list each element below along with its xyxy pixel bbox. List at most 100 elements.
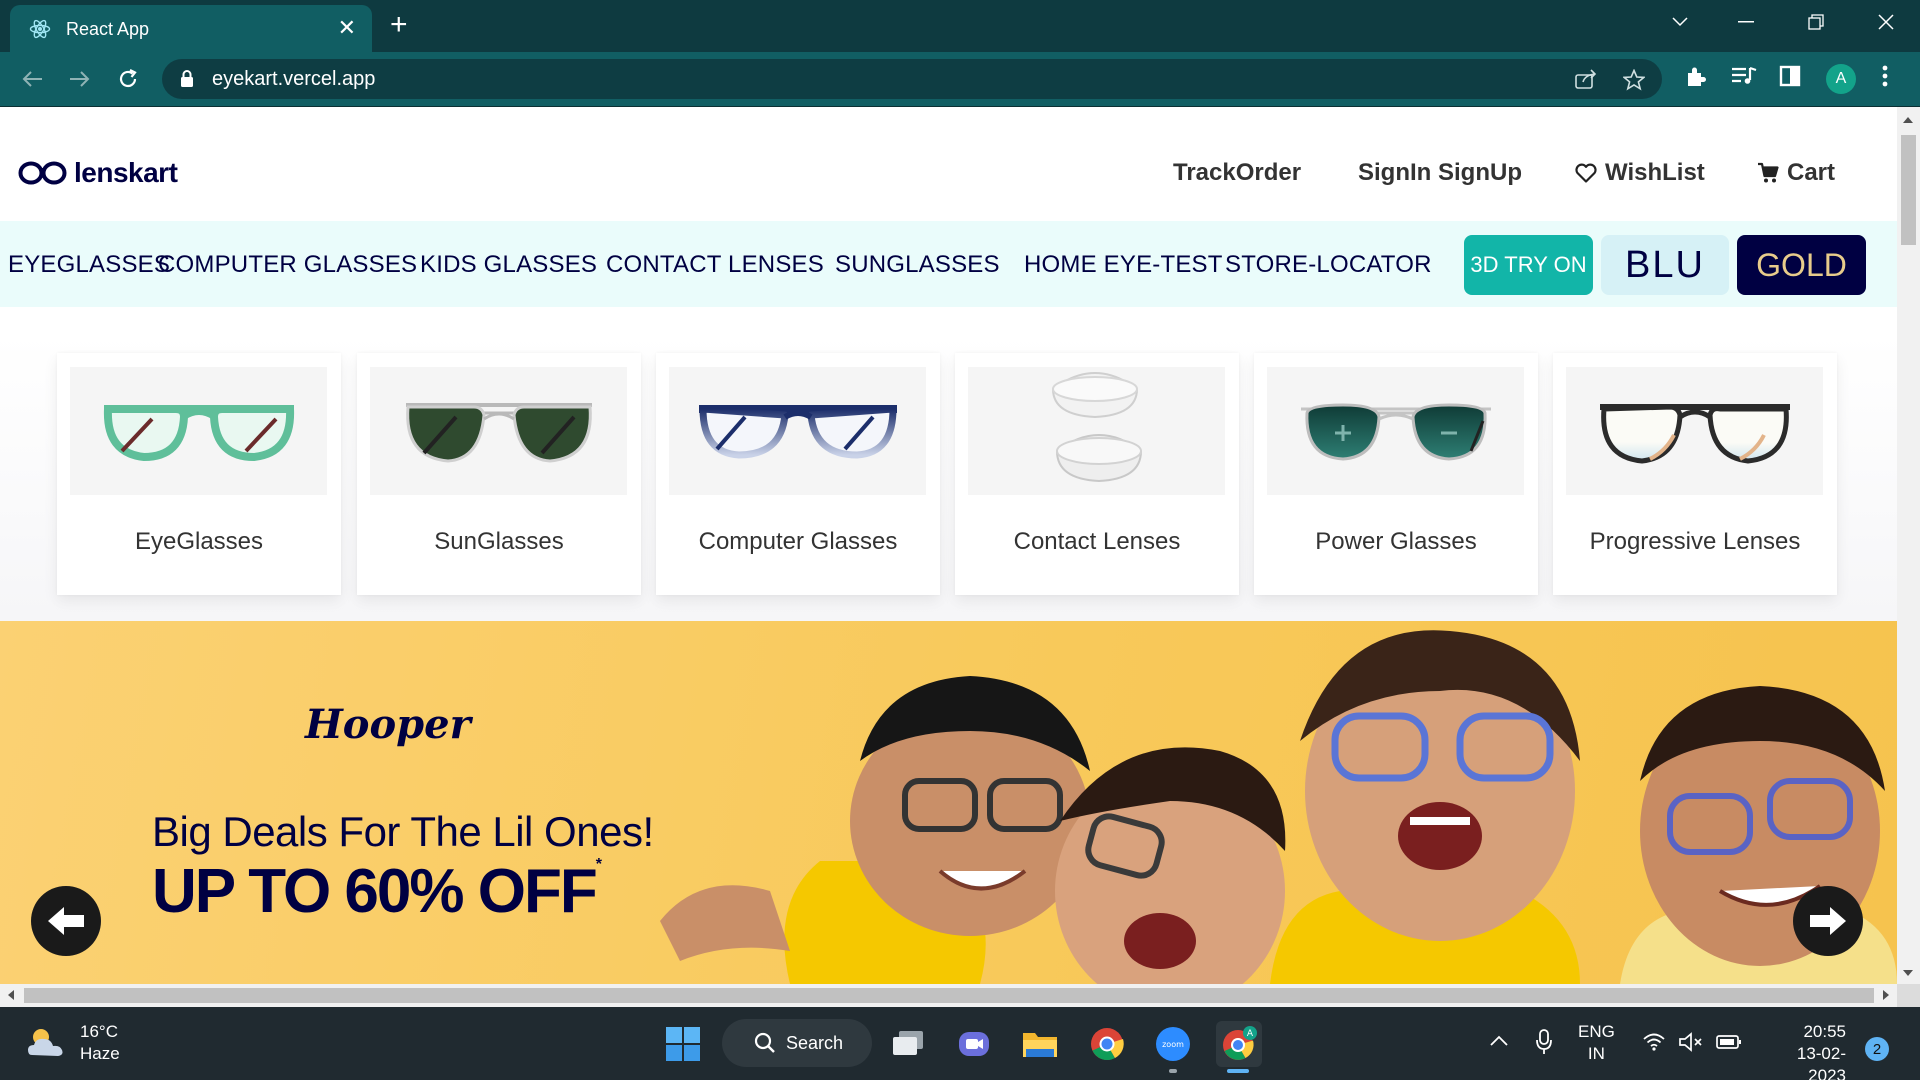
tab-close-icon[interactable]: ✕: [338, 16, 356, 40]
category-label: Computer Glasses: [698, 528, 898, 555]
cart-link[interactable]: Cart: [1757, 159, 1835, 187]
region-code: IN: [1587, 1044, 1605, 1063]
browser-toolbar: eyekart.vercel.app A: [0, 52, 1920, 106]
share-icon[interactable]: [1575, 69, 1597, 89]
speaker-muted-icon[interactable]: [1679, 1032, 1703, 1052]
nav-kids-glasses[interactable]: KIDS GLASSES: [420, 251, 597, 279]
horizontal-scrollbar[interactable]: [0, 984, 1897, 1007]
nav-computer-glasses[interactable]: COMPUTER GLASSES: [158, 251, 417, 279]
language-indicator[interactable]: ENG IN: [1578, 1021, 1615, 1065]
category-label: Contact Lenses: [1013, 528, 1181, 555]
scroll-down-icon[interactable]: [1903, 970, 1913, 976]
nav-home-eye-test[interactable]: HOME EYE-TEST: [1024, 251, 1223, 279]
bookmark-star-icon[interactable]: [1623, 69, 1645, 91]
notification-badge[interactable]: 2: [1865, 1037, 1889, 1061]
url-text[interactable]: eyekart.vercel.app: [212, 68, 375, 91]
restore-icon[interactable]: [1786, 0, 1846, 44]
category-card-computer-glasses[interactable]: Computer Glasses: [656, 353, 940, 595]
svg-text:A: A: [1247, 1029, 1254, 1039]
category-card-eyeglasses[interactable]: EyeGlasses: [57, 353, 341, 595]
cart-label: Cart: [1787, 159, 1836, 186]
category-label: EyeGlasses: [134, 528, 264, 555]
weather-widget[interactable]: 16°C Haze: [26, 1021, 120, 1065]
reload-icon[interactable]: [112, 63, 144, 95]
battery-icon[interactable]: [1716, 1034, 1742, 1050]
category-card-sunglasses[interactable]: SunGlasses: [357, 353, 641, 595]
carousel-next-button[interactable]: [1793, 886, 1863, 956]
scroll-right-icon[interactable]: [1883, 990, 1889, 1000]
hero-banner[interactable]: Hooper Big Deals For The Lil Ones! UP TO…: [0, 621, 1897, 984]
wishlist-link[interactable]: WishList: [1575, 159, 1705, 187]
heart-icon: [1575, 163, 1597, 183]
address-bar[interactable]: eyekart.vercel.app: [162, 59, 1662, 99]
file-explorer-icon[interactable]: [1017, 1021, 1063, 1067]
show-hidden-icons-chevron-icon[interactable]: [1490, 1034, 1508, 1046]
web-page: lenskart TrackOrder SignIn SignUp WishLi…: [0, 107, 1897, 984]
media-queue-icon[interactable]: [1731, 65, 1757, 87]
side-panel-icon[interactable]: [1779, 65, 1801, 87]
category-image: [1566, 367, 1823, 495]
offer-text: UP TO 60% OFF: [152, 857, 598, 926]
search-icon: [754, 1032, 775, 1053]
green-eyeglasses-icon: [103, 405, 294, 461]
scroll-up-icon[interactable]: [1903, 117, 1913, 123]
gold-button[interactable]: GOLD: [1737, 235, 1866, 295]
category-image: [70, 367, 327, 495]
progressive-glasses-icon: [1599, 404, 1790, 464]
profile-avatar[interactable]: A: [1826, 64, 1856, 94]
taskbar-search[interactable]: Search: [722, 1019, 872, 1067]
category-cards-section: EyeGlasses SunGlasses Computer Glasses C…: [0, 333, 1897, 623]
chrome-app-icon[interactable]: [1084, 1021, 1130, 1067]
microphone-icon[interactable]: [1536, 1029, 1552, 1055]
vertical-scrollbar[interactable]: [1897, 107, 1920, 984]
category-card-contact-lenses[interactable]: Contact Lenses: [955, 353, 1239, 595]
nav-contact-lenses[interactable]: CONTACT LENSES: [606, 251, 824, 279]
clock[interactable]: 20:55 13-02-2023: [1762, 1021, 1846, 1080]
wifi-icon[interactable]: [1643, 1033, 1665, 1051]
category-image: [669, 367, 926, 495]
scroll-left-icon[interactable]: [8, 990, 14, 1000]
back-arrow-icon[interactable]: [16, 63, 48, 95]
signin-signup-link[interactable]: SignIn SignUp: [1358, 159, 1522, 187]
category-nav-bar: EYEGLASSES COMPUTER GLASSES KIDS GLASSES…: [0, 221, 1897, 307]
task-view-icon[interactable]: [885, 1021, 931, 1067]
screen: React App ✕ + eyekart.vercel.app A lensk…: [0, 0, 1920, 1080]
zoom-app-icon[interactable]: zoom: [1150, 1021, 1196, 1067]
new-tab-button[interactable]: +: [390, 10, 408, 40]
nav-eyeglasses[interactable]: EYEGLASSES: [8, 251, 170, 279]
language-code: ENG: [1578, 1022, 1615, 1041]
temperature: 16°C: [80, 1022, 118, 1041]
minimize-icon[interactable]: [1716, 0, 1776, 44]
horizontal-scroll-thumb[interactable]: [24, 988, 1874, 1003]
category-image: [1267, 367, 1524, 495]
clock-date: 13-02-2023: [1796, 1044, 1846, 1080]
3d-try-on-button[interactable]: 3D TRY ON: [1464, 235, 1593, 295]
category-label: Progressive Lenses: [1589, 528, 1801, 555]
forward-arrow-icon[interactable]: [64, 63, 96, 95]
chrome-menu-icon[interactable]: [1882, 65, 1888, 87]
tab-title: React App: [66, 19, 150, 39]
category-image: [968, 367, 1225, 495]
category-card-progressive-lenses[interactable]: Progressive Lenses: [1553, 353, 1837, 595]
close-window-icon[interactable]: [1856, 0, 1916, 44]
scrollbar-corner: [1897, 984, 1920, 1007]
extensions-puzzle-icon[interactable]: [1684, 65, 1708, 89]
nav-sunglasses[interactable]: SUNGLASSES: [835, 251, 1000, 279]
banner-tagline: Big Deals For The Lil Ones!: [152, 808, 654, 855]
cloudy-weather-icon: [28, 1029, 63, 1056]
chrome-profile-app-icon[interactable]: A: [1216, 1021, 1262, 1067]
vertical-scroll-thumb[interactable]: [1901, 135, 1916, 245]
start-windows-icon[interactable]: [660, 1021, 706, 1067]
category-card-power-glasses[interactable]: Power Glasses: [1254, 353, 1538, 595]
blu-button[interactable]: BLU: [1601, 235, 1729, 295]
lenskart-logo[interactable]: lenskart: [18, 157, 178, 189]
tab-search-chevron-icon[interactable]: [1650, 0, 1710, 44]
weather-condition: Haze: [80, 1044, 120, 1063]
track-order-link[interactable]: TrackOrder: [1173, 159, 1301, 187]
browser-tab[interactable]: React App ✕: [10, 5, 372, 52]
carousel-prev-button[interactable]: [31, 886, 101, 956]
nav-store-locator[interactable]: STORE-LOCATOR: [1225, 251, 1432, 279]
teams-chat-icon[interactable]: [951, 1021, 997, 1067]
lock-icon[interactable]: [180, 70, 194, 88]
kids-photo-illustration: [660, 630, 1897, 984]
